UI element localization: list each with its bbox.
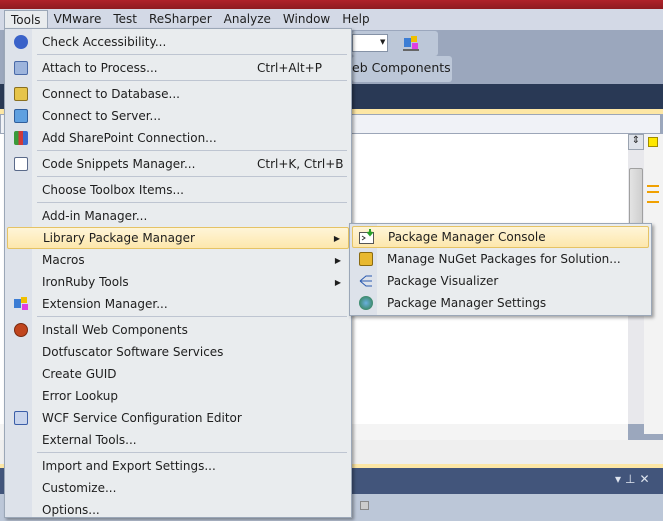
install-web-components-button[interactable]: eb Components (352, 60, 451, 75)
split-icon[interactable]: ⇕ (628, 134, 644, 150)
chevron-down-icon[interactable]: ▼ (380, 38, 385, 46)
server-icon (7, 105, 34, 127)
menu-item-install-web-components[interactable]: Install Web Components (7, 319, 349, 341)
visualizer-icon (352, 270, 379, 292)
close-icon[interactable]: ✕ (639, 472, 653, 486)
menu-item-extension-manager[interactable]: Extension Manager... (7, 293, 349, 315)
menu-item-connect-database[interactable]: Connect to Database... (7, 83, 349, 105)
menu-vmware[interactable]: VMware (48, 10, 108, 29)
code-snippets-icon (7, 153, 34, 175)
status-marker-icon (648, 137, 658, 147)
menu-item-ironruby-tools[interactable]: IronRuby Tools ▶ (7, 271, 349, 293)
menu-item-manage-nuget-packages[interactable]: Manage NuGet Packages for Solution... (352, 248, 649, 270)
marker-icon (647, 191, 659, 193)
menu-item-add-sharepoint[interactable]: Add SharePoint Connection... (7, 127, 349, 149)
chevron-down-icon[interactable]: ▾ (615, 472, 625, 486)
wcf-icon (7, 407, 34, 429)
library-package-manager-submenu: Package Manager Console Manage NuGet Pac… (349, 223, 652, 316)
submenu-arrow-icon: ▶ (334, 277, 341, 287)
menu-tools[interactable]: Tools (4, 10, 48, 29)
extension-manager-icon (7, 293, 34, 315)
package-icon (352, 248, 379, 270)
marker-icon (647, 185, 659, 187)
marker-icon (647, 201, 659, 203)
tool-window-buttons[interactable]: ▾⊥✕ (615, 472, 654, 486)
menu-item-package-manager-console[interactable]: Package Manager Console (352, 226, 649, 248)
menu-analyze[interactable]: Analyze (218, 10, 277, 29)
menu-item-connect-server[interactable]: Connect to Server... (7, 105, 349, 127)
menu-item-error-lookup[interactable]: Error Lookup (7, 385, 349, 407)
database-icon (7, 83, 34, 105)
menu-item-external-tools[interactable]: External Tools... (7, 429, 349, 451)
menu-item-package-visualizer[interactable]: Package Visualizer (352, 270, 649, 292)
menu-item-wcf-editor[interactable]: WCF Service Configuration Editor (7, 407, 349, 429)
menu-item-addin-manager[interactable]: Add-in Manager... (7, 205, 349, 227)
menu-item-macros[interactable]: Macros ▶ (7, 249, 349, 271)
tools-menu: Check Accessibility... Attach to Process… (4, 28, 352, 518)
menu-item-import-export[interactable]: Import and Export Settings... (7, 455, 349, 477)
menu-item-library-package-manager[interactable]: Library Package Manager ▶ (7, 227, 349, 249)
install-icon (7, 319, 34, 341)
menu-bar: Tools VMware Test ReSharper Analyze Wind… (0, 9, 663, 30)
sharepoint-icon (7, 127, 34, 149)
menu-item-package-manager-settings[interactable]: Package Manager Settings (352, 292, 649, 314)
menu-item-create-guid[interactable]: Create GUID (7, 363, 349, 385)
submenu-arrow-icon: ▶ (334, 255, 341, 265)
submenu-arrow-icon: ▶ (333, 233, 340, 243)
menu-item-code-snippets[interactable]: Code Snippets Manager... Ctrl+K, Ctrl+B (7, 153, 349, 175)
accessibility-icon (7, 31, 34, 53)
menu-item-customize[interactable]: Customize... (7, 477, 349, 499)
pin-icon[interactable]: ⊥ (625, 472, 639, 486)
menu-item-check-accessibility[interactable]: Check Accessibility... (7, 31, 349, 53)
menu-resharper[interactable]: ReSharper (143, 10, 218, 29)
menu-test[interactable]: Test (107, 10, 143, 29)
attach-process-icon (7, 57, 34, 79)
menu-item-dotfuscator[interactable]: Dotfuscator Software Services (7, 341, 349, 363)
menu-item-choose-toolbox[interactable]: Choose Toolbox Items... (7, 179, 349, 201)
console-icon (353, 226, 380, 248)
stop-icon[interactable] (360, 501, 369, 510)
menu-window[interactable]: Window (277, 10, 336, 29)
extension-manager-icon[interactable] (403, 35, 419, 51)
settings-icon (352, 292, 379, 314)
menu-item-attach-to-process[interactable]: Attach to Process... Ctrl+Alt+P (7, 57, 349, 79)
scrollbar-thumb[interactable] (629, 168, 643, 228)
title-bar (0, 0, 663, 9)
menu-help[interactable]: Help (336, 10, 375, 29)
menu-item-options[interactable]: Options... (7, 499, 349, 521)
